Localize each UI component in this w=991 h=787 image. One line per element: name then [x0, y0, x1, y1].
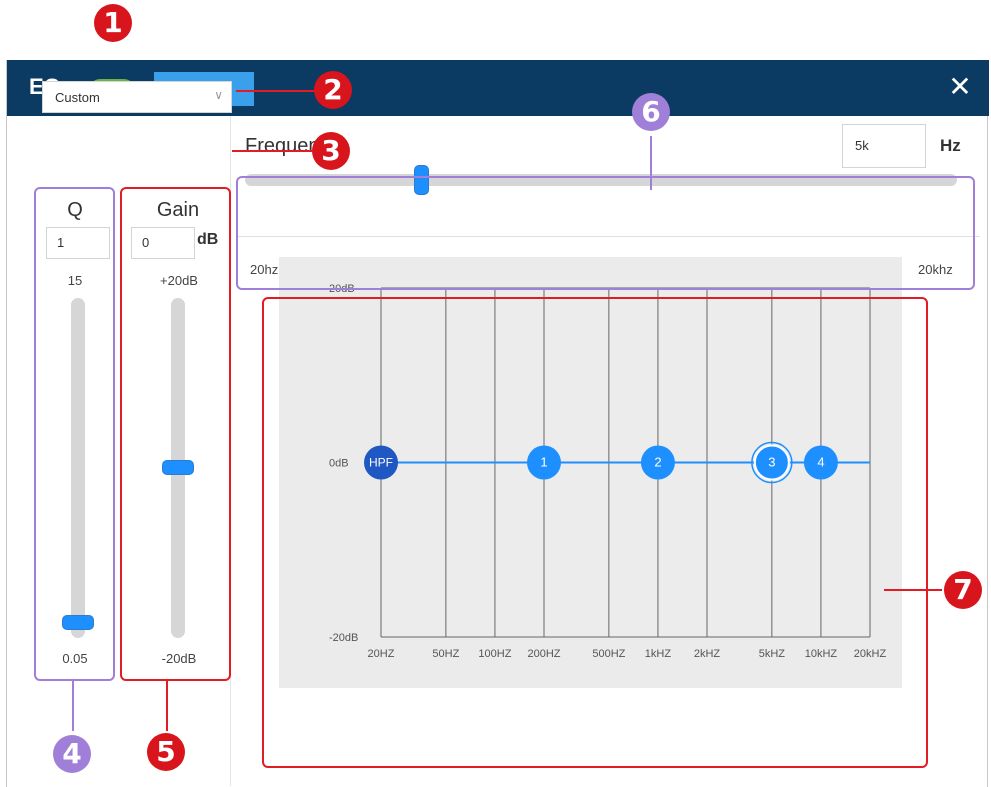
preset-value: Custom: [55, 90, 100, 105]
marker-badge-5: 5: [147, 733, 185, 771]
callout-line-7: [884, 589, 942, 591]
frequency-input[interactable]: 5k: [842, 124, 926, 168]
marker-badge-6: 6: [632, 93, 670, 131]
gain-slider-thumb[interactable]: [163, 461, 193, 474]
eq-node-2[interactable]: 2: [640, 445, 675, 480]
chevron-down-icon: ∨: [214, 88, 223, 102]
y-tick-label: -20dB: [329, 632, 358, 644]
x-tick-label: 10kHZ: [805, 648, 838, 660]
frequency-slider-thumb[interactable]: [414, 166, 428, 194]
eq-graph-svg: 20HZ 50HZ 100HZ 200HZ 500HZ 1kHZ 2kHZ 5kHZ 10kHZ…: [329, 283, 887, 660]
eq-node-1[interactable]: 1: [527, 445, 561, 480]
x-tick-label: 200HZ: [527, 648, 560, 660]
x-tick-label: 1kHZ: [645, 648, 672, 660]
marker-badge-2: 2: [314, 71, 352, 109]
q-slider-track[interactable]: [71, 298, 85, 638]
frequency-min-label: 20hz: [250, 262, 279, 277]
marker-badge-1: 1: [94, 4, 132, 42]
eq-node-label: HPF: [369, 456, 393, 470]
eq-node-label: 3: [768, 455, 775, 470]
marker-badge-7: 7: [944, 571, 982, 609]
section-separator: [236, 236, 980, 237]
y-tick-label: 0dB: [329, 458, 349, 470]
marker-badge-4: 4: [53, 735, 91, 773]
gain-input[interactable]: 0: [131, 227, 195, 259]
x-tick-label: 5kHZ: [759, 648, 786, 660]
column-divider: [230, 116, 231, 786]
gain-max-label: +20dB: [160, 273, 198, 288]
callout-line-2: [236, 90, 320, 92]
stage: EQ Reset ✕ Custom ∨ Q 1 15 0.05 Gain 0 d…: [0, 0, 991, 787]
x-tick-label: 100HZ: [478, 648, 511, 660]
frequency-max-label: 20khz: [918, 262, 953, 277]
eq-node-label: 2: [654, 455, 661, 470]
q-input[interactable]: 1: [46, 227, 110, 259]
gain-unit: dB: [197, 231, 219, 248]
callout-line-6: [650, 136, 652, 190]
frequency-unit: Hz: [940, 136, 961, 155]
frequency-slider-track[interactable]: [245, 174, 957, 186]
q-min-label: 0.05: [62, 651, 88, 666]
close-icon[interactable]: ✕: [945, 70, 975, 104]
q-max-label: 15: [67, 273, 83, 288]
x-tick-label: 2kHZ: [694, 648, 721, 660]
preset-dropdown[interactable]: Custom ∨: [42, 81, 232, 113]
y-tick-label: 20dB: [329, 283, 355, 295]
gain-title: Gain: [156, 199, 200, 221]
q-title: Q: [67, 199, 83, 221]
marker-badge-3: 3: [312, 132, 350, 170]
eq-graph: 20HZ 50HZ 100HZ 200HZ 500HZ 1kHZ 2kHZ 5kHZ 10kHZ…: [279, 257, 902, 688]
eq-node-label: 1: [540, 455, 547, 470]
q-slider-thumb[interactable]: [63, 616, 93, 629]
callout-line-5: [166, 681, 168, 731]
eq-node-4[interactable]: 4: [803, 445, 838, 480]
callout-line-4: [72, 681, 74, 731]
x-tick-label: 500HZ: [592, 648, 625, 660]
eq-node-hpf[interactable]: HPF: [364, 445, 398, 480]
eq-node-3[interactable]: 3: [751, 441, 793, 484]
x-tick-label: 20kHZ: [854, 648, 887, 660]
eq-node-label: 4: [817, 455, 824, 470]
x-tick-label: 20HZ: [368, 648, 395, 660]
gain-min-label: -20dB: [161, 651, 197, 666]
callout-line-3: [232, 150, 312, 152]
x-tick-label: 50HZ: [432, 648, 459, 660]
